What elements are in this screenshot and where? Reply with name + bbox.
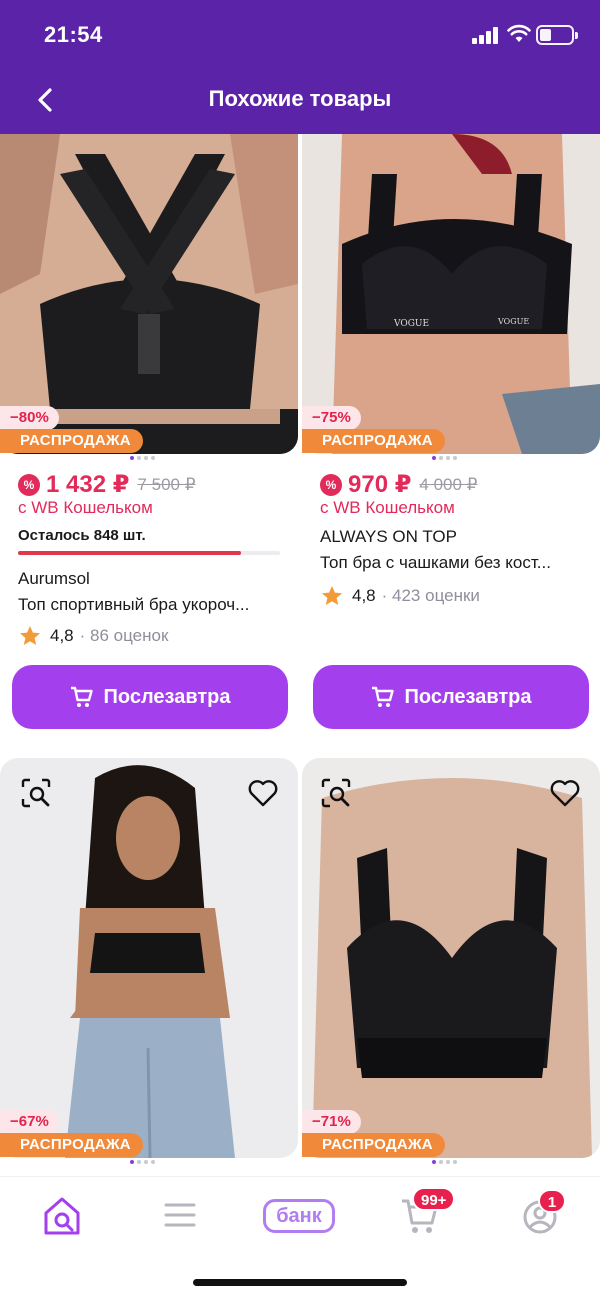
product-image-4[interactable] [302, 758, 600, 1158]
cart-icon [70, 686, 93, 707]
stock-progress-bar [18, 551, 280, 555]
old-price: 7 500 ₽ [137, 474, 196, 494]
signal-icon [472, 26, 500, 44]
delivery-button[interactable]: Послезавтра [12, 665, 288, 729]
battery-icon [536, 25, 578, 45]
wifi-icon [507, 24, 531, 42]
product-rating: 4,8 · 423 оценки [320, 584, 480, 608]
product-image-3[interactable] [0, 758, 298, 1158]
delivery-button-label: Послезавтра [404, 685, 532, 708]
star-icon [20, 626, 40, 645]
delivery-button[interactable]: Послезавтра [313, 665, 589, 729]
image-search-icon[interactable] [20, 777, 52, 809]
discount-badge: −67% [0, 1110, 59, 1134]
sale-label: РАСПРОДАЖА [302, 1133, 445, 1157]
product-name[interactable]: Топ бра с чашками без кост... [320, 553, 551, 573]
current-price: 970 ₽ [348, 471, 412, 498]
sale-label: РАСПРОДАЖА [0, 429, 143, 453]
wb-wallet-discount-icon: % [18, 473, 40, 496]
home-indicator [193, 1279, 407, 1286]
image-pager-dots [130, 456, 155, 460]
cart-icon [371, 686, 394, 707]
status-bar: 21:54 [0, 0, 600, 70]
review-count: · 86 оценок [79, 626, 169, 645]
bank-button[interactable]: банк [263, 1199, 335, 1233]
wallet-note: с WB Кошельком [320, 498, 455, 517]
old-price: 4 000 ₽ [419, 474, 478, 494]
app-header: 21:54 Похожие товары [0, 0, 600, 134]
discount-badge: −80% [0, 406, 59, 430]
status-time: 21:54 [44, 22, 103, 47]
svg-text:VOGUE: VOGUE [497, 317, 529, 326]
image-pager-dots [432, 1160, 457, 1164]
menu-icon[interactable] [156, 1193, 204, 1237]
wallet-note: с WB Кошельком [18, 498, 153, 517]
product-brand: Aurumsol [18, 569, 90, 588]
discount-badge: −71% [302, 1110, 361, 1134]
sale-label: РАСПРОДАЖА [302, 429, 445, 453]
rating-value: 4,8 [50, 626, 74, 645]
delivery-button-label: Послезавтра [103, 685, 231, 708]
rating-value: 4,8 [352, 586, 376, 605]
image-search-icon[interactable] [320, 777, 352, 809]
current-price: 1 432 ₽ [46, 471, 130, 498]
cart-count-badge: 99+ [412, 1187, 456, 1211]
star-icon [322, 586, 342, 605]
image-pager-dots [432, 456, 457, 460]
product-brand: ALWAYS ON TOP [320, 527, 457, 546]
sale-label: РАСПРОДАЖА [0, 1133, 143, 1157]
discount-badge: −75% [302, 406, 361, 430]
wb-wallet-discount-icon: % [320, 473, 342, 496]
product-rating: 4,8 · 86 оценок [18, 624, 168, 648]
price-row: % 970 ₽ 4 000 ₽ [320, 470, 478, 499]
stock-remaining: Осталось 848 шт. [18, 527, 146, 544]
product-name[interactable]: Топ спортивный бра укороч... [18, 595, 249, 615]
review-count: · 423 оценки [381, 586, 480, 605]
page-title: Похожие товары [208, 86, 392, 111]
price-row: % 1 432 ₽ 7 500 ₽ [18, 470, 196, 499]
heart-icon[interactable] [549, 777, 581, 809]
image-pager-dots [130, 1160, 155, 1164]
heart-icon[interactable] [247, 777, 279, 809]
home-search-icon[interactable] [38, 1193, 86, 1237]
profile-notification-badge: 1 [538, 1189, 566, 1213]
svg-text:VOGUE: VOGUE [393, 319, 429, 329]
